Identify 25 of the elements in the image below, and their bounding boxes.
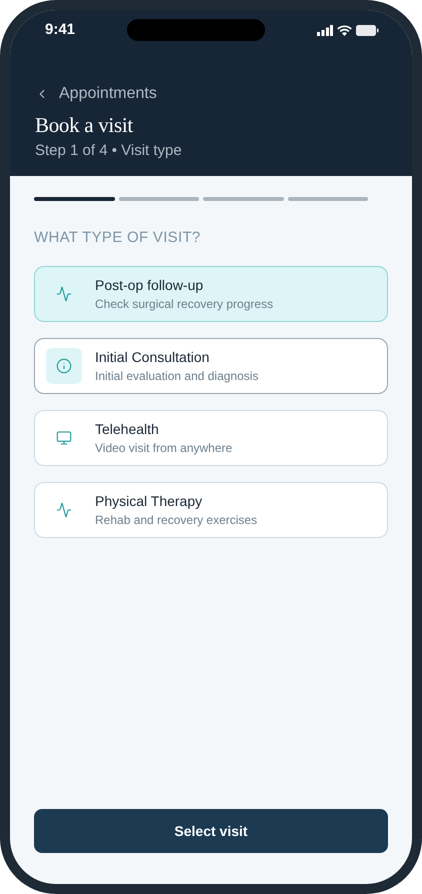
visit-type-option[interactable]: Physical Therapy Rehab and recovery exercises xyxy=(34,482,388,538)
signal-icon xyxy=(317,24,333,36)
option-title: Initial Consultation xyxy=(95,348,210,366)
option-title: Telehealth xyxy=(95,420,160,438)
option-title: Post-op follow-up xyxy=(95,276,204,294)
option-description: Video visit from anywhere xyxy=(95,440,232,456)
option-description: Check surgical recovery progress xyxy=(95,296,274,312)
pulse-icon xyxy=(56,286,72,302)
monitor-icon xyxy=(56,430,72,446)
step-subtitle: Step 1 of 4 • Visit type xyxy=(35,141,183,161)
page-title: Book a visit xyxy=(35,112,134,138)
option-description: Rehab and recovery exercises xyxy=(95,512,258,528)
visit-type-option[interactable]: Telehealth Video visit from anywhere xyxy=(34,410,388,466)
wifi-icon xyxy=(337,24,352,36)
pulse-icon xyxy=(56,502,72,518)
select-visit-button[interactable]: Select visit xyxy=(34,809,388,853)
back-link[interactable]: Appointments xyxy=(59,84,157,104)
option-description: Initial evaluation and diagnosis xyxy=(95,368,258,384)
battery-icon xyxy=(356,24,379,36)
option-title: Physical Therapy xyxy=(95,492,204,510)
visit-type-option[interactable]: Post-op follow-up Check surgical recovery progress xyxy=(34,266,388,322)
status-time: 9:41 xyxy=(45,20,76,40)
visit-type-option[interactable]: Initial Consultation Initial evaluation and diagnosis xyxy=(34,338,388,394)
section-label: WHAT TYPE OF VISIT? xyxy=(34,228,202,248)
info-icon xyxy=(56,358,72,374)
